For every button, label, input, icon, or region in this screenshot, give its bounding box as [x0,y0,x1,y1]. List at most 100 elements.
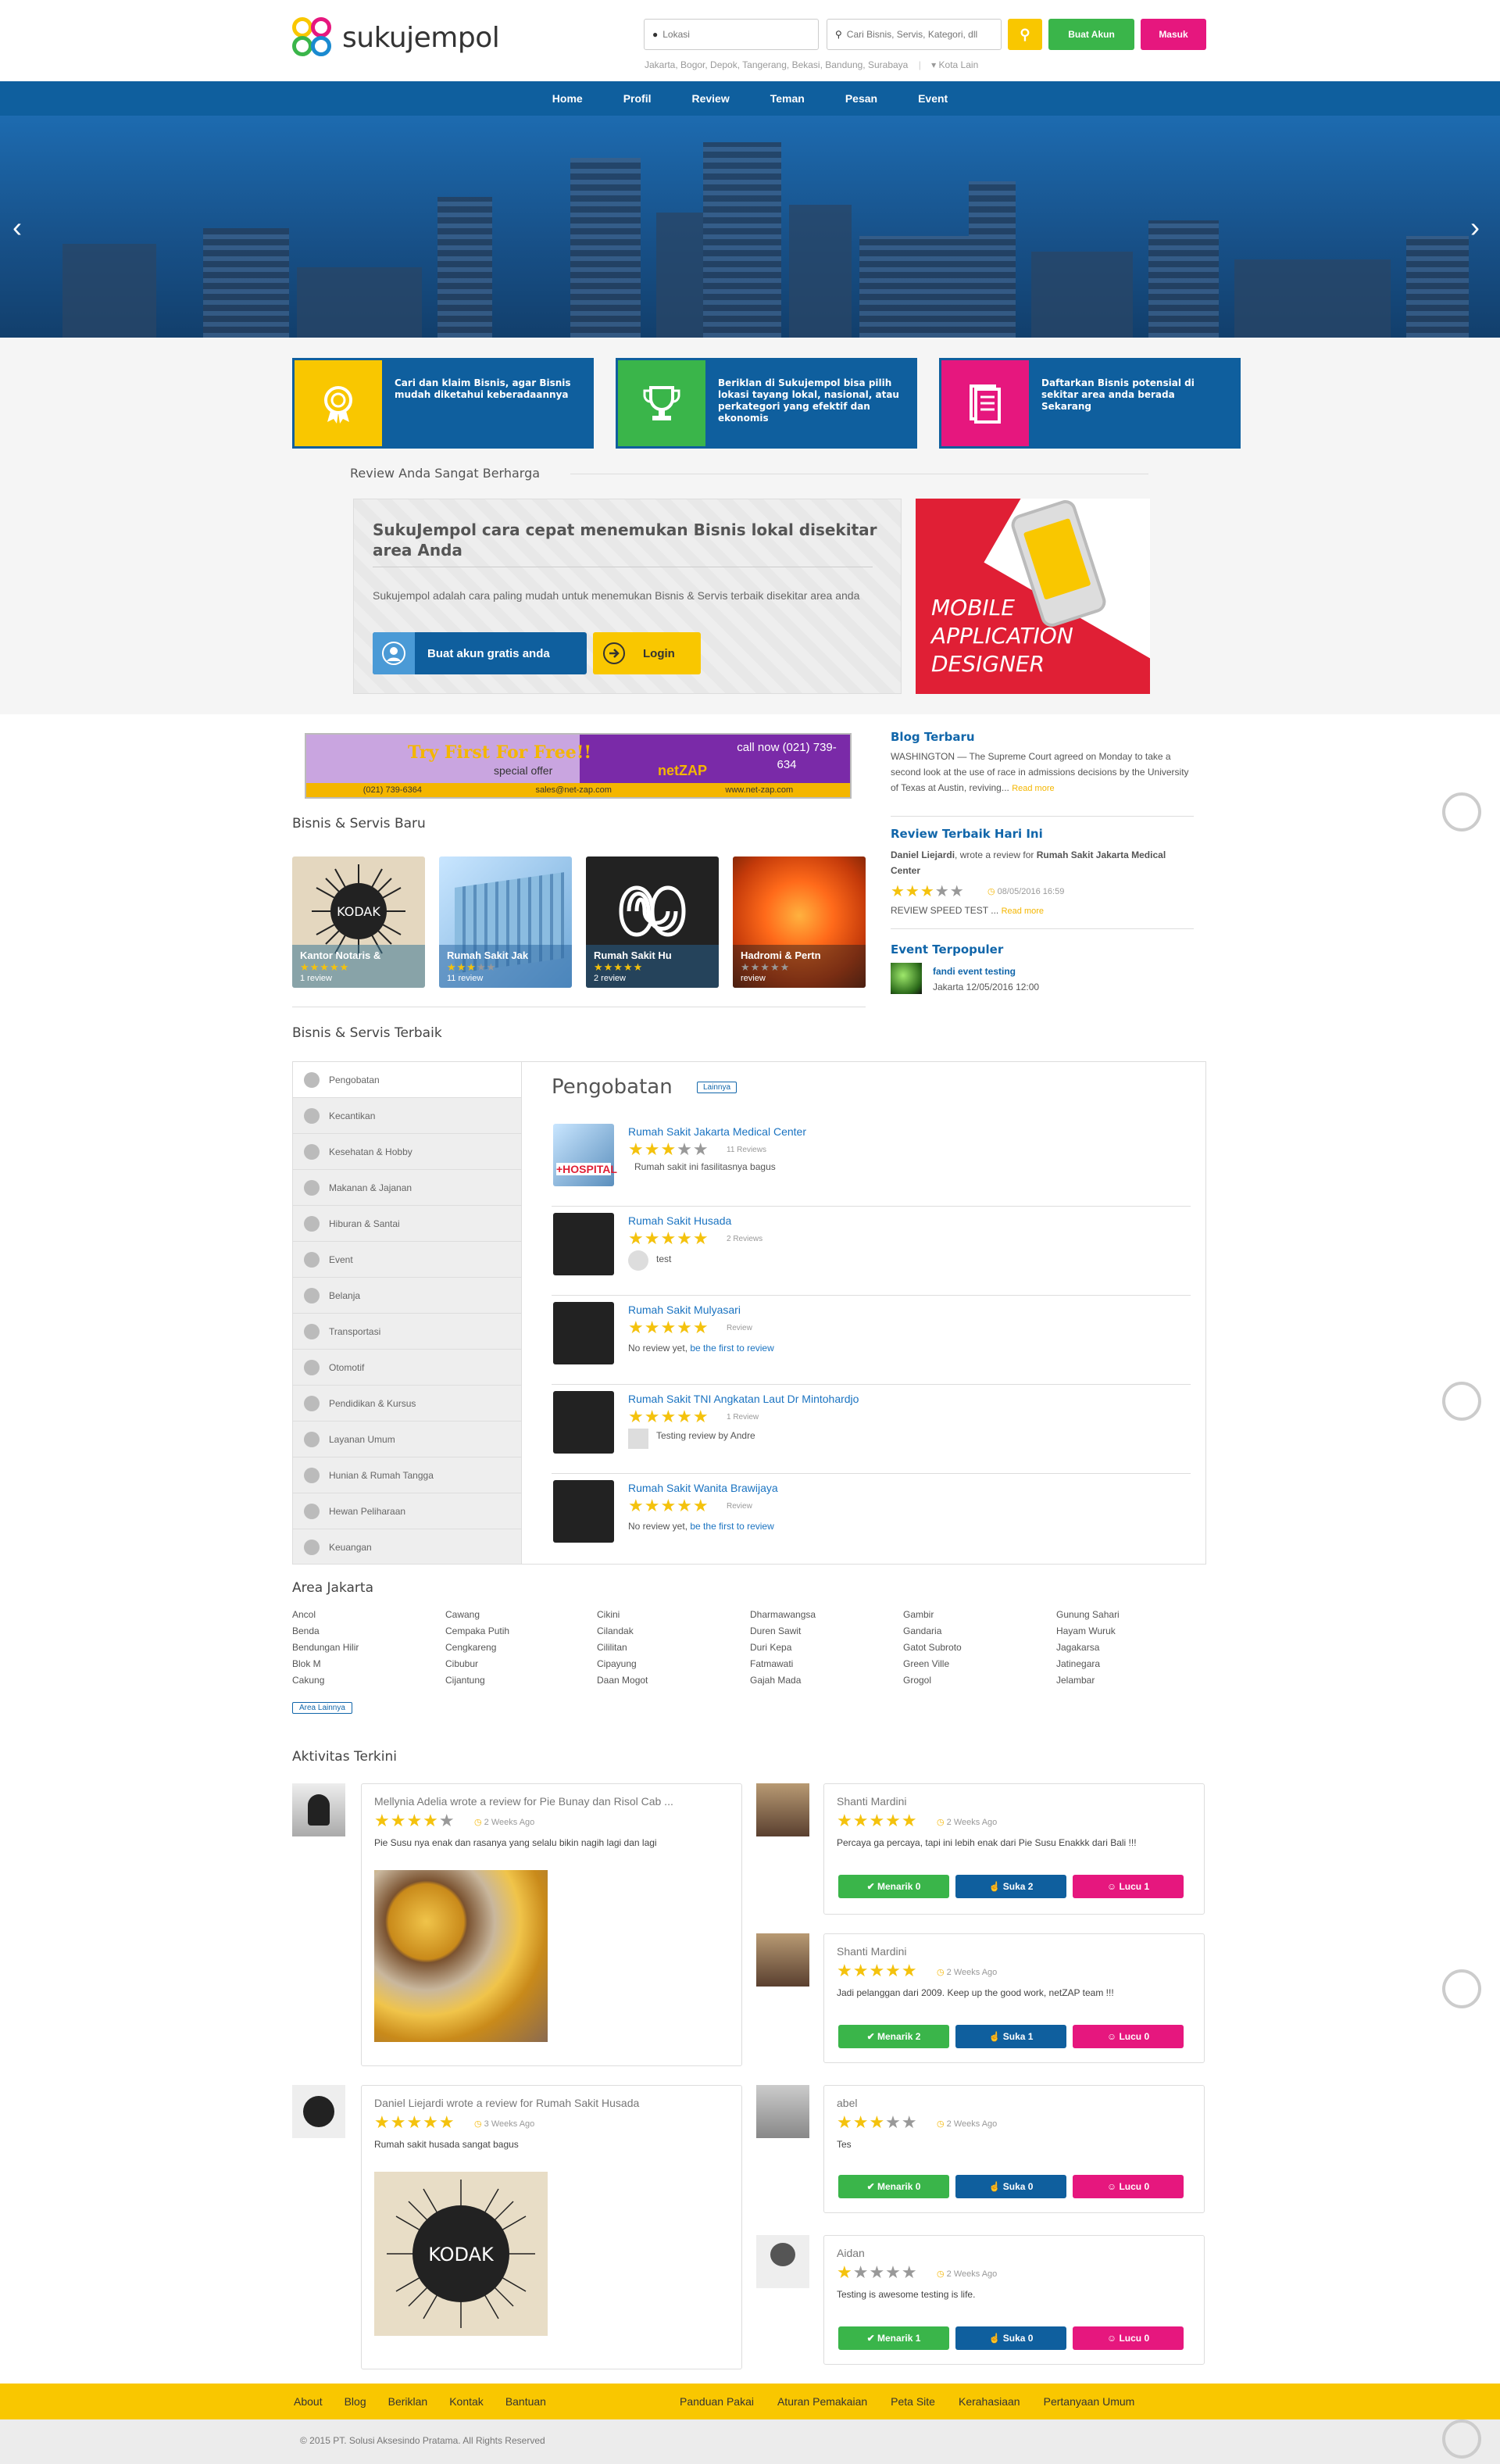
lucu-button[interactable]: ☺ Lucu 1 [1073,1875,1184,1898]
footer-faq[interactable]: Pertanyaan Umum [1044,2395,1135,2408]
area-link[interactable]: Cilandak [597,1623,648,1640]
area-link[interactable]: Cengkareng [445,1640,509,1656]
first-review-link[interactable]: be the first to review [690,1343,773,1354]
activity-who[interactable]: Aidan [837,2247,865,2259]
area-link[interactable]: Gatot Subroto [903,1640,962,1656]
avatar[interactable] [292,2085,345,2138]
other-city-link[interactable]: Kota Lain [939,59,979,70]
area-link[interactable]: Bendungan Hilir [292,1640,359,1656]
area-link[interactable]: Cililitan [597,1640,648,1656]
area-link[interactable]: Jagakarsa [1056,1640,1120,1656]
area-link[interactable]: Benda [292,1623,359,1640]
menarik-button[interactable]: ✔ Menarik 2 [838,2025,949,2048]
category-item[interactable]: Transportasi [293,1314,521,1350]
area-link[interactable]: Cawang [445,1607,509,1623]
area-link[interactable]: Cipayung [597,1656,648,1672]
event-thumbnail[interactable] [891,963,922,994]
area-link[interactable]: Fatmawati [750,1656,816,1672]
area-link[interactable]: Ancol [292,1607,359,1623]
area-link[interactable]: Cakung [292,1672,359,1689]
activity-who[interactable]: Shanti Mardini [837,1945,907,1958]
city-links[interactable]: Jakarta, Bogor, Depok, Tangerang, Bekasi… [645,59,908,70]
area-link[interactable]: Jelambar [1056,1672,1120,1689]
business-card[interactable]: KODAK Kantor Notaris & ★★★★★ 1 review [292,856,425,988]
area-link[interactable]: Duren Sawit [750,1623,816,1640]
footer-blog[interactable]: Blog [345,2395,366,2408]
scroll-up-icon[interactable] [1442,792,1481,831]
suka-button[interactable]: ☝ Suka 2 [955,1875,1066,1898]
area-link[interactable]: Gandaria [903,1623,962,1640]
category-item[interactable]: Otomotif [293,1350,521,1386]
listing-item[interactable]: +HOSPITAL Rumah Sakit Jakarta Medical Ce… [552,1118,1191,1207]
nav-teman[interactable]: Teman [750,92,825,105]
avatar[interactable] [756,2085,809,2138]
listing-name[interactable]: Rumah Sakit Wanita Brawijaya [628,1482,778,1494]
activity-who[interactable]: Daniel Liejardi wrote a review for Rumah… [374,2097,639,2109]
avatar[interactable] [756,1783,809,1836]
area-link[interactable]: Green Ville [903,1656,962,1672]
category-item[interactable]: Kesehatan & Hobby [293,1134,521,1170]
category-item[interactable]: Pengobatan [293,1062,521,1098]
netzap-ad-banner[interactable]: Try First For Free!! special offer call … [305,733,852,799]
menarik-button[interactable]: ✔ Menarik 1 [838,2326,949,2350]
area-link[interactable]: Gambir [903,1607,962,1623]
login-button[interactable]: Masuk [1141,19,1206,50]
listing-name[interactable]: Rumah Sakit Husada [628,1214,731,1227]
feature-card-advertise[interactable]: Beriklan di Sukujempol bisa pilih lokasi… [616,358,917,449]
suka-button[interactable]: ☝ Suka 1 [955,2025,1066,2048]
footer-kerahasiaan[interactable]: Kerahasiaan [959,2395,1020,2408]
footer-beriklan[interactable]: Beriklan [388,2395,428,2408]
listing-name[interactable]: Rumah Sakit Mulyasari [628,1304,741,1316]
area-link[interactable]: Duri Kepa [750,1640,816,1656]
category-item[interactable]: Hiburan & Santai [293,1206,521,1242]
lucu-button[interactable]: ☺ Lucu 0 [1073,2326,1184,2350]
category-item[interactable]: Hewan Peliharaan [293,1493,521,1529]
create-account-button[interactable]: Buat Akun [1048,19,1134,50]
activity-who[interactable]: Mellynia Adelia wrote a review for Pie B… [374,1795,673,1808]
slider-next-icon[interactable]: › [1470,211,1480,244]
activity-photo[interactable] [374,1870,548,2042]
category-item[interactable]: Kecantikan [293,1098,521,1134]
area-link[interactable]: Gunung Sahari [1056,1607,1120,1623]
first-review-link[interactable]: be the first to review [690,1521,773,1532]
area-link[interactable]: Gajah Mada [750,1672,816,1689]
city-list[interactable]: Jakarta, Bogor, Depok, Tangerang, Bekasi… [645,59,978,70]
activity-who[interactable]: abel [837,2097,857,2109]
area-link[interactable]: Grogol [903,1672,962,1689]
search-button[interactable]: ⚲ [1008,19,1042,50]
listing-item[interactable]: Rumah Sakit Husada ★★★★★ 2 Reviews test [552,1207,1191,1296]
area-link[interactable]: Dharmawangsa [750,1607,816,1623]
nav-home[interactable]: Home [532,92,603,105]
search-input-wrap[interactable]: ⚲ [827,19,1002,50]
avatar[interactable] [756,1933,809,1987]
area-link[interactable]: Cempaka Putih [445,1623,509,1640]
footer-aturan[interactable]: Aturan Pemakaian [777,2395,867,2408]
review-read-more[interactable]: Read more [1002,907,1044,916]
listing-name[interactable]: Rumah Sakit Jakarta Medical Center [628,1125,806,1138]
listing-item[interactable]: Rumah Sakit Wanita Brawijaya ★★★★★ Revie… [552,1474,1191,1563]
lucu-button[interactable]: ☺ Lucu 0 [1073,2175,1184,2198]
listing-name[interactable]: Rumah Sakit TNI Angkatan Laut Dr Mintoha… [628,1393,859,1405]
category-item[interactable]: Makanan & Jajanan [293,1170,521,1206]
category-item[interactable]: Keuangan [293,1529,521,1565]
suka-button[interactable]: ☝ Suka 0 [955,2326,1066,2350]
business-card[interactable]: Rumah Sakit Hu ★★★★★ 2 review [586,856,719,988]
business-card[interactable]: Rumah Sakit Jak ★★★★★ 11 review [439,856,572,988]
activity-who[interactable]: Shanti Mardini [837,1795,907,1808]
footer-panduan[interactable]: Panduan Pakai [680,2395,754,2408]
search-input[interactable] [846,29,993,40]
menarik-button[interactable]: ✔ Menarik 0 [838,1875,949,1898]
menarik-button[interactable]: ✔ Menarik 0 [838,2175,949,2198]
category-item[interactable]: Layanan Umum [293,1422,521,1457]
feature-card-register[interactable]: Daftarkan Bisnis potensial di sekitar ar… [939,358,1241,449]
more-button[interactable]: Lainnya [697,1082,738,1093]
feature-card-claim[interactable]: Cari dan klaim Bisnis, agar Bisnis mudah… [292,358,594,449]
nav-pesan[interactable]: Pesan [825,92,898,105]
footer-peta-site[interactable]: Peta Site [891,2395,935,2408]
listing-item[interactable]: Rumah Sakit TNI Angkatan Laut Dr Mintoha… [552,1385,1191,1474]
category-item[interactable]: Hunian & Rumah Tangga [293,1457,521,1493]
logo[interactable]: sukujempol [291,16,500,59]
lucu-button[interactable]: ☺ Lucu 0 [1073,2025,1184,2048]
slider-prev-icon[interactable]: ‹ [12,211,22,244]
scroll-up-icon[interactable] [1442,1382,1481,1421]
